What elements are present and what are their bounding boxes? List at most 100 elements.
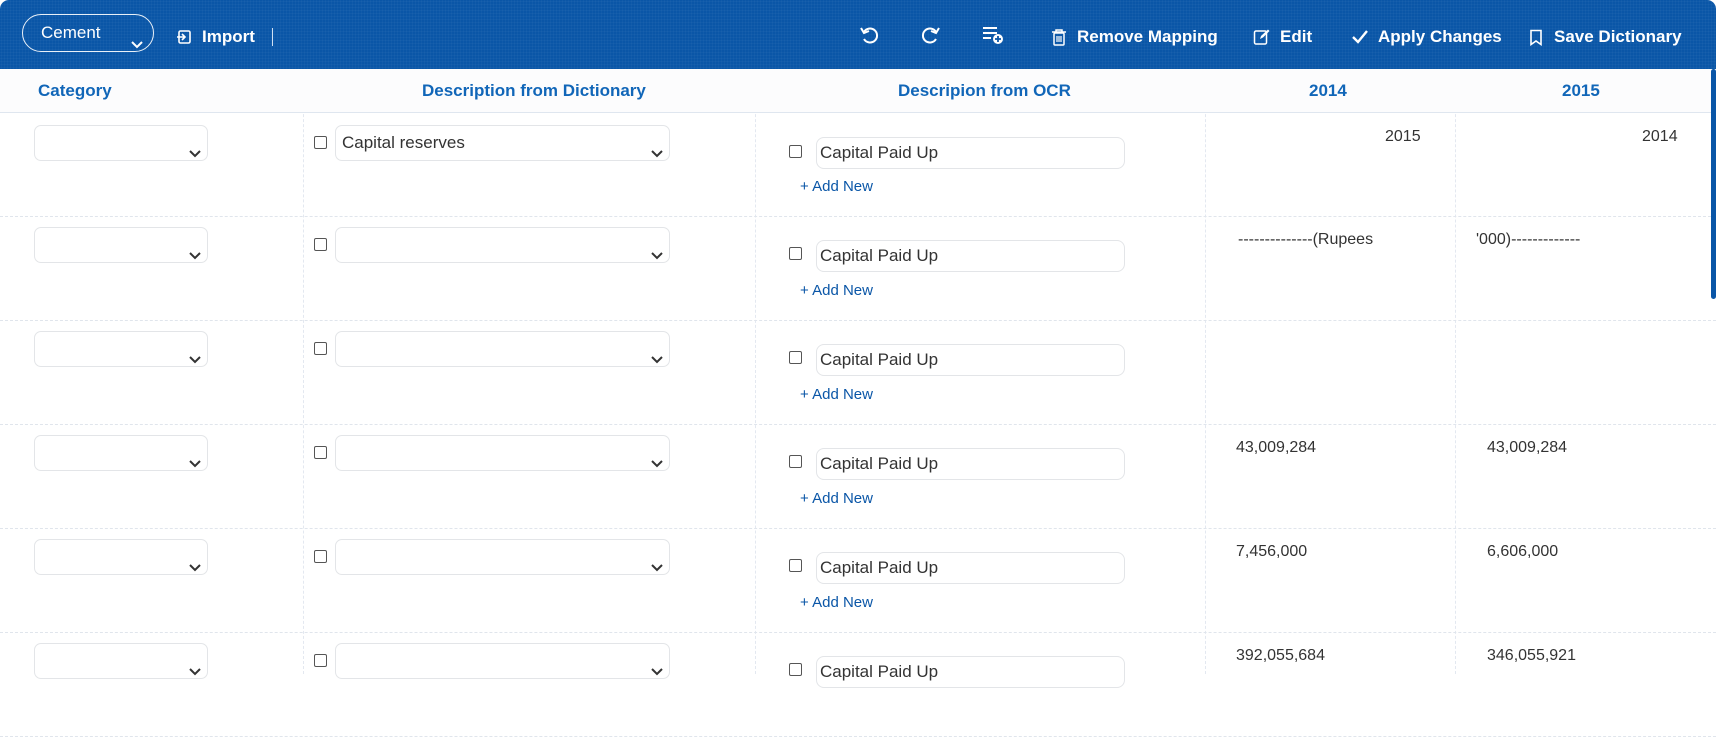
ocr-checkbox[interactable] bbox=[789, 145, 802, 158]
add-new-link[interactable]: + Add New bbox=[800, 490, 873, 507]
mapping-table: Category Description from Dictionary Des… bbox=[0, 69, 1716, 737]
ocr-checkbox[interactable] bbox=[789, 559, 802, 572]
dictionary-select[interactable] bbox=[335, 227, 670, 263]
dictionary-checkbox[interactable] bbox=[314, 238, 327, 251]
edit-button[interactable]: Edit bbox=[1252, 24, 1312, 50]
dictionary-checkbox[interactable] bbox=[314, 136, 327, 149]
dictionary-checkbox[interactable] bbox=[314, 446, 327, 459]
ocr-value: Capital Paid Up bbox=[820, 454, 939, 473]
value-2015: 346,055,921 bbox=[1487, 647, 1576, 664]
value-2014: --------------(Rupees bbox=[1238, 231, 1374, 248]
ocr-description-input[interactable]: Capital Paid Up bbox=[816, 240, 1125, 272]
undo-button[interactable] bbox=[857, 24, 883, 50]
chevron-down-icon bbox=[188, 239, 202, 273]
chevron-down-icon bbox=[650, 343, 664, 377]
table-row: Capital Paid Up + Add New bbox=[0, 320, 1716, 425]
apply-changes-label: Apply Changes bbox=[1378, 27, 1502, 46]
ocr-value: Capital Paid Up bbox=[820, 246, 939, 265]
value-2015: '000)------------- bbox=[1476, 231, 1581, 248]
chevron-down-icon bbox=[650, 239, 664, 273]
dictionary-checkbox[interactable] bbox=[314, 550, 327, 563]
header-ocr[interactable]: Descripion from OCR bbox=[898, 69, 1071, 112]
header-2015[interactable]: 2015 bbox=[1562, 69, 1600, 112]
chevron-down-icon bbox=[188, 551, 202, 585]
bookmark-icon bbox=[1526, 27, 1546, 47]
dictionary-select[interactable] bbox=[335, 331, 670, 367]
category-select[interactable] bbox=[34, 331, 208, 367]
ocr-description-input[interactable]: Capital Paid Up bbox=[816, 137, 1125, 169]
category-select[interactable] bbox=[34, 125, 208, 161]
dictionary-checkbox[interactable] bbox=[314, 342, 327, 355]
category-select[interactable] bbox=[34, 539, 208, 575]
dictionary-select[interactable] bbox=[335, 435, 670, 471]
add-new-link[interactable]: + Add New bbox=[800, 386, 873, 403]
value-2014: 2015 bbox=[1385, 128, 1421, 145]
value-2014: 43,009,284 bbox=[1236, 439, 1317, 456]
ocr-checkbox[interactable] bbox=[789, 663, 802, 676]
ocr-value: Capital Paid Up bbox=[820, 143, 939, 162]
dictionary-value: Capital reserves bbox=[342, 133, 465, 152]
chevron-down-icon bbox=[188, 137, 202, 171]
ocr-checkbox[interactable] bbox=[789, 247, 802, 260]
ocr-description-input[interactable]: Capital Paid Up bbox=[816, 344, 1125, 376]
ocr-description-input[interactable]: Capital Paid Up bbox=[816, 552, 1125, 584]
table-row: Capital reserves Capital Paid Up + Add N… bbox=[0, 112, 1716, 217]
table-row: Capital Paid Up + Add New 7,456,000 6,60… bbox=[0, 528, 1716, 633]
save-dictionary-button[interactable]: Save Dictionary bbox=[1526, 24, 1682, 50]
toolbar-divider bbox=[272, 28, 273, 46]
value-2015: 6,606,000 bbox=[1487, 543, 1559, 560]
ocr-value: Capital Paid Up bbox=[820, 558, 939, 577]
chevron-down-icon bbox=[650, 655, 664, 689]
chevron-down-icon bbox=[650, 447, 664, 481]
edit-icon bbox=[1252, 27, 1272, 47]
add-mapping-button[interactable] bbox=[980, 24, 1006, 50]
check-icon bbox=[1350, 27, 1370, 47]
chevron-down-icon bbox=[130, 27, 144, 62]
value-2014: 392,055,684 bbox=[1236, 647, 1325, 664]
chevron-down-icon bbox=[650, 137, 664, 171]
vertical-scrollbar[interactable] bbox=[1711, 69, 1716, 299]
table-header: Category Description from Dictionary Des… bbox=[0, 69, 1716, 113]
category-select[interactable] bbox=[34, 435, 208, 471]
save-dictionary-label: Save Dictionary bbox=[1554, 27, 1682, 46]
ocr-checkbox[interactable] bbox=[789, 455, 802, 468]
chevron-down-icon bbox=[650, 551, 664, 585]
header-category[interactable]: Category bbox=[38, 69, 112, 112]
add-new-link[interactable]: + Add New bbox=[800, 282, 873, 299]
chevron-down-icon bbox=[188, 343, 202, 377]
chevron-down-icon bbox=[188, 447, 202, 481]
table-row: Capital Paid Up + Add New --------------… bbox=[0, 216, 1716, 321]
add-new-link[interactable]: + Add New bbox=[800, 178, 873, 195]
redo-button[interactable] bbox=[917, 24, 943, 50]
dictionary-select[interactable] bbox=[335, 539, 670, 575]
value-2015: 2014 bbox=[1642, 128, 1678, 145]
template-select[interactable]: Cement bbox=[22, 14, 154, 52]
ocr-description-input[interactable]: Capital Paid Up bbox=[816, 656, 1125, 688]
ocr-checkbox[interactable] bbox=[789, 351, 802, 364]
add-new-link[interactable]: + Add New bbox=[800, 594, 873, 611]
redo-icon bbox=[919, 24, 941, 51]
chevron-down-icon bbox=[188, 655, 202, 689]
ocr-value: Capital Paid Up bbox=[820, 662, 939, 681]
ocr-value: Capital Paid Up bbox=[820, 350, 939, 369]
trash-icon bbox=[1049, 27, 1069, 47]
value-2015: 43,009,284 bbox=[1487, 439, 1568, 456]
ocr-description-input[interactable]: Capital Paid Up bbox=[816, 448, 1125, 480]
table-row: Capital Paid Up + Add New 43,009,284 43,… bbox=[0, 424, 1716, 529]
header-2014[interactable]: 2014 bbox=[1309, 69, 1347, 112]
dictionary-checkbox[interactable] bbox=[314, 654, 327, 667]
apply-changes-button[interactable]: Apply Changes bbox=[1350, 24, 1502, 50]
toolbar: Cement Import Remove Mapping Edit Apply … bbox=[0, 0, 1716, 69]
import-icon bbox=[174, 27, 194, 47]
remove-mapping-label: Remove Mapping bbox=[1077, 27, 1218, 46]
import-button[interactable]: Import bbox=[174, 24, 255, 50]
remove-mapping-button[interactable]: Remove Mapping bbox=[1049, 24, 1218, 50]
dictionary-select[interactable]: Capital reserves bbox=[335, 125, 670, 161]
template-select-value: Cement bbox=[41, 23, 101, 42]
import-label: Import bbox=[202, 27, 255, 46]
value-2014: 7,456,000 bbox=[1236, 543, 1308, 560]
list-add-icon bbox=[981, 24, 1005, 51]
undo-icon bbox=[859, 24, 881, 51]
category-select[interactable] bbox=[34, 227, 208, 263]
header-dictionary[interactable]: Description from Dictionary bbox=[422, 69, 646, 112]
